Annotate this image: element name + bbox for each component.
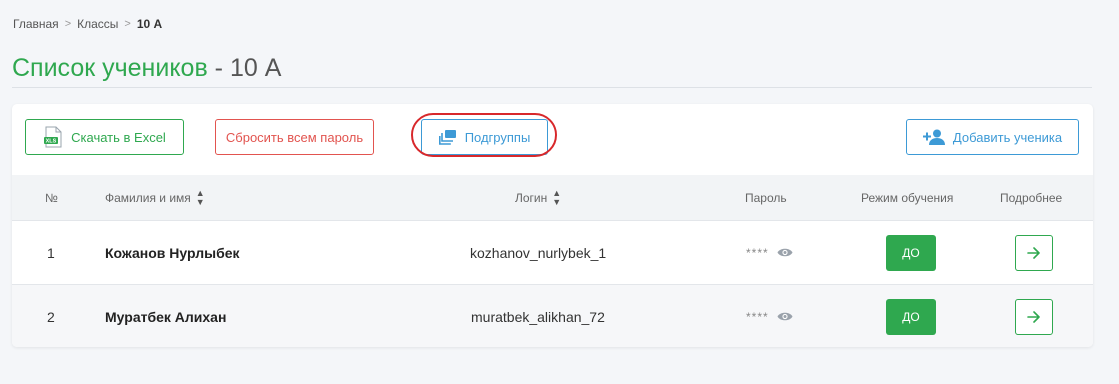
sort-icon[interactable]: ▲ ▼ — [196, 188, 205, 207]
password-mask: **** — [746, 309, 769, 324]
row-number: 2 — [47, 308, 55, 325]
details-button[interactable] — [1015, 234, 1053, 271]
study-mode-cell: ДО — [886, 221, 936, 284]
column-header-number: № — [45, 190, 58, 205]
row-number: 1 — [47, 244, 55, 261]
details-cell — [1015, 221, 1053, 284]
column-header-mode: Режим обучения — [861, 190, 954, 205]
student-name: Муратбек Алихан — [105, 308, 227, 325]
column-header-login[interactable]: Логин ▲ ▼ — [515, 175, 561, 220]
add-student-button[interactable]: Добавить ученика — [906, 119, 1079, 155]
add-user-icon — [922, 129, 945, 145]
table-row: 2 Муратбек Алихан muratbek_alikhan_72 **… — [12, 285, 1093, 347]
eye-icon[interactable] — [777, 311, 793, 322]
column-header-details: Подробнее — [1000, 190, 1063, 205]
student-login: muratbek_alikhan_72 — [471, 308, 605, 325]
column-header-name[interactable]: Фамилия и имя ▲ ▼ — [105, 175, 205, 220]
details-button[interactable] — [1015, 298, 1053, 335]
student-login: kozhanov_nurlybek_1 — [470, 244, 607, 261]
download-excel-button[interactable]: XLS Скачать в Excel — [25, 119, 184, 155]
password-mask: **** — [746, 245, 769, 260]
breadcrumb-home[interactable]: Главная — [13, 17, 59, 31]
page-title-main: Список учеников — [12, 54, 208, 82]
details-cell — [1015, 285, 1053, 347]
reset-passwords-label: Сбросить всем пароль — [225, 129, 364, 145]
arrow-right-icon — [1027, 310, 1040, 323]
page-title: Список учеников - 10 А — [12, 54, 281, 83]
reset-passwords-button[interactable]: Сбросить всем пароль — [215, 119, 374, 155]
breadcrumb-classes[interactable]: Классы — [77, 17, 118, 31]
column-header-password: Пароль — [745, 190, 787, 205]
breadcrumb-current: 10 А — [136, 17, 163, 31]
password-cell: **** — [746, 285, 793, 347]
table-row: 1 Кожанов Нурлыбек kozhanov_nurlybek_1 *… — [12, 221, 1093, 285]
svg-text:XLS: XLS — [46, 139, 57, 145]
students-card: XLS Скачать в Excel Сбросить всем пароль… — [12, 104, 1093, 347]
study-mode-button[interactable]: ДО — [886, 234, 936, 271]
breadcrumb: Главная > Классы > 10 А — [13, 17, 162, 31]
subgroups-button[interactable]: Подгруппы — [421, 119, 548, 155]
xls-file-icon: XLS — [43, 126, 63, 148]
table-header: № Фамилия и имя ▲ ▼ Логин ▲ ▼ Пароль Режим… — [12, 175, 1093, 221]
arrow-right-icon — [1027, 246, 1040, 259]
sort-icon[interactable]: ▲ ▼ — [552, 188, 561, 207]
page-title-class: - 10 А — [207, 54, 282, 82]
subgroups-label: Подгруппы — [464, 129, 531, 145]
layers-icon — [438, 129, 457, 145]
add-student-label: Добавить ученика — [952, 129, 1063, 145]
chevron-right-icon: > — [64, 18, 72, 30]
chevron-right-icon: > — [124, 18, 131, 30]
student-name: Кожанов Нурлыбек — [105, 244, 240, 261]
password-cell: **** — [746, 221, 793, 284]
title-divider — [12, 87, 1092, 88]
study-mode-button[interactable]: ДО — [886, 298, 936, 335]
eye-icon[interactable] — [777, 247, 793, 258]
download-excel-label: Скачать в Excel — [71, 129, 166, 145]
study-mode-cell: ДО — [886, 285, 936, 347]
